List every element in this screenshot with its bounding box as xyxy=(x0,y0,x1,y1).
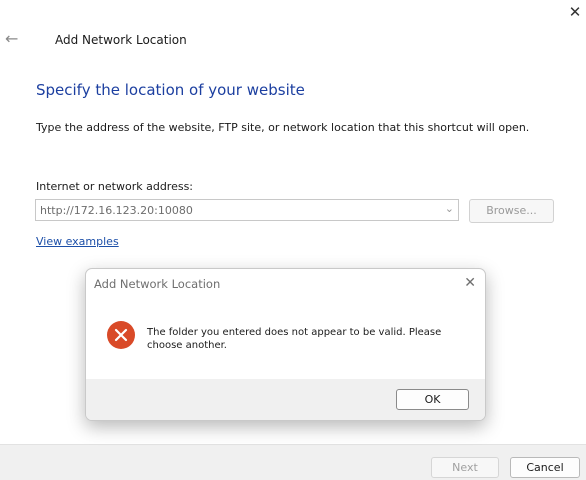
error-dialog: Add Network Location ✕ The folder you en… xyxy=(85,268,486,421)
page-description: Type the address of the website, FTP sit… xyxy=(36,121,530,134)
address-input[interactable]: http://172.16.123.20:10080 xyxy=(40,204,193,217)
chevron-down-icon[interactable]: ⌄ xyxy=(445,202,454,215)
ok-button[interactable]: OK xyxy=(396,389,469,410)
close-icon[interactable]: ✕ xyxy=(566,3,584,21)
dialog-title: Add Network Location xyxy=(94,277,221,291)
next-button[interactable]: Next xyxy=(431,457,499,478)
browse-button[interactable]: Browse... xyxy=(469,199,554,223)
wizard-footer: Next Cancel xyxy=(0,444,586,480)
error-cross-icon xyxy=(114,328,128,342)
dialog-footer: OK xyxy=(86,379,485,420)
back-arrow-icon[interactable]: ← xyxy=(5,31,21,47)
cancel-button[interactable]: Cancel xyxy=(510,457,580,478)
add-network-location-wizard: ✕ ← Add Network Location Specify the loc… xyxy=(0,0,586,480)
view-examples-link[interactable]: View examples xyxy=(36,235,119,248)
wizard-title: Add Network Location xyxy=(55,33,187,47)
address-label: Internet or network address: xyxy=(36,180,194,193)
dialog-close-icon[interactable]: ✕ xyxy=(464,275,476,291)
dialog-message: The folder you entered does not appear t… xyxy=(147,327,442,351)
error-icon xyxy=(107,321,135,349)
address-combobox[interactable]: http://172.16.123.20:10080 ⌄ xyxy=(35,199,459,221)
page-heading: Specify the location of your website xyxy=(36,81,305,99)
